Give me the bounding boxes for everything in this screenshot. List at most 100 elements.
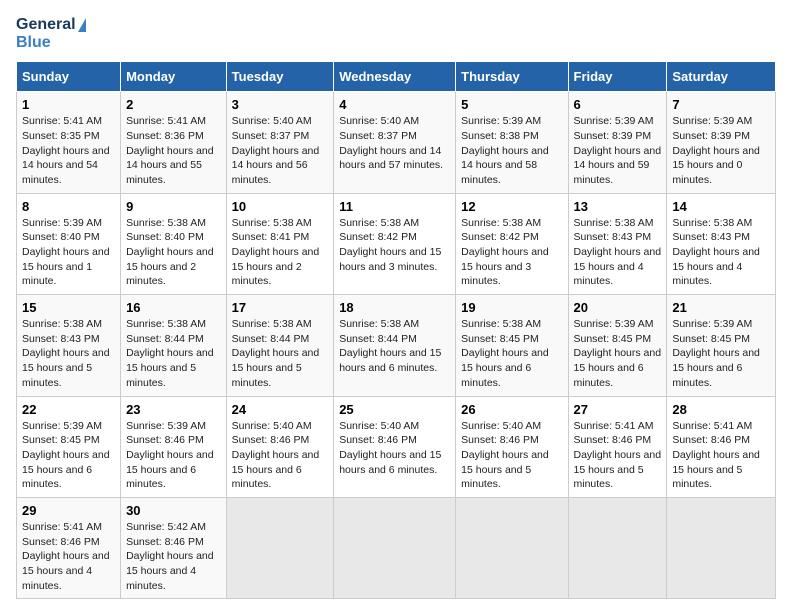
week-row-3: 15 Sunrise: 5:38 AM Sunset: 8:43 PM Dayl… [17,295,776,396]
day-info: Sunrise: 5:39 AM Sunset: 8:39 PM Dayligh… [672,114,770,187]
day-info: Sunrise: 5:38 AM Sunset: 8:42 PM Dayligh… [461,216,562,289]
day-info: Sunrise: 5:38 AM Sunset: 8:41 PM Dayligh… [232,216,329,289]
day-number: 27 [574,402,662,417]
day-info: Sunrise: 5:41 AM Sunset: 8:36 PM Dayligh… [126,114,221,187]
day-number: 12 [461,199,562,214]
calendar-cell: 18 Sunrise: 5:38 AM Sunset: 8:44 PM Dayl… [334,295,456,396]
day-number: 15 [22,300,115,315]
header-cell-sunday: Sunday [17,62,121,92]
calendar-cell: 20 Sunrise: 5:39 AM Sunset: 8:45 PM Dayl… [568,295,667,396]
day-info: Sunrise: 5:39 AM Sunset: 8:40 PM Dayligh… [22,216,115,289]
calendar-cell [667,497,776,598]
day-info: Sunrise: 5:38 AM Sunset: 8:44 PM Dayligh… [126,317,221,390]
calendar-cell: 2 Sunrise: 5:41 AM Sunset: 8:36 PM Dayli… [121,92,227,193]
week-row-5: 29 Sunrise: 5:41 AM Sunset: 8:46 PM Dayl… [17,497,776,598]
day-number: 3 [232,97,329,112]
logo: General Blue [16,16,86,51]
day-number: 6 [574,97,662,112]
day-number: 14 [672,199,770,214]
day-info: Sunrise: 5:41 AM Sunset: 8:46 PM Dayligh… [574,419,662,492]
day-info: Sunrise: 5:39 AM Sunset: 8:45 PM Dayligh… [574,317,662,390]
day-number: 2 [126,97,221,112]
day-number: 23 [126,402,221,417]
day-number: 10 [232,199,329,214]
header-cell-wednesday: Wednesday [334,62,456,92]
calendar-cell: 27 Sunrise: 5:41 AM Sunset: 8:46 PM Dayl… [568,396,667,497]
calendar-cell: 29 Sunrise: 5:41 AM Sunset: 8:46 PM Dayl… [17,497,121,598]
day-number: 9 [126,199,221,214]
day-info: Sunrise: 5:39 AM Sunset: 8:38 PM Dayligh… [461,114,562,187]
calendar-cell: 26 Sunrise: 5:40 AM Sunset: 8:46 PM Dayl… [456,396,568,497]
week-row-2: 8 Sunrise: 5:39 AM Sunset: 8:40 PM Dayli… [17,193,776,294]
calendar-cell: 10 Sunrise: 5:38 AM Sunset: 8:41 PM Dayl… [226,193,334,294]
calendar-cell: 3 Sunrise: 5:40 AM Sunset: 8:37 PM Dayli… [226,92,334,193]
day-number: 21 [672,300,770,315]
day-info: Sunrise: 5:38 AM Sunset: 8:42 PM Dayligh… [339,216,450,275]
day-number: 16 [126,300,221,315]
day-info: Sunrise: 5:38 AM Sunset: 8:40 PM Dayligh… [126,216,221,289]
header-cell-thursday: Thursday [456,62,568,92]
day-number: 7 [672,97,770,112]
day-info: Sunrise: 5:40 AM Sunset: 8:37 PM Dayligh… [232,114,329,187]
day-info: Sunrise: 5:42 AM Sunset: 8:46 PM Dayligh… [126,520,221,593]
calendar-cell: 19 Sunrise: 5:38 AM Sunset: 8:45 PM Dayl… [456,295,568,396]
day-info: Sunrise: 5:40 AM Sunset: 8:46 PM Dayligh… [232,419,329,492]
header-cell-tuesday: Tuesday [226,62,334,92]
day-number: 28 [672,402,770,417]
calendar-cell [456,497,568,598]
day-info: Sunrise: 5:40 AM Sunset: 8:46 PM Dayligh… [461,419,562,492]
calendar-cell: 25 Sunrise: 5:40 AM Sunset: 8:46 PM Dayl… [334,396,456,497]
day-info: Sunrise: 5:38 AM Sunset: 8:45 PM Dayligh… [461,317,562,390]
day-number: 19 [461,300,562,315]
header: General Blue [16,16,776,51]
day-info: Sunrise: 5:39 AM Sunset: 8:39 PM Dayligh… [574,114,662,187]
week-row-4: 22 Sunrise: 5:39 AM Sunset: 8:45 PM Dayl… [17,396,776,497]
day-number: 11 [339,199,450,214]
day-number: 30 [126,503,221,518]
day-info: Sunrise: 5:38 AM Sunset: 8:44 PM Dayligh… [232,317,329,390]
calendar-cell: 23 Sunrise: 5:39 AM Sunset: 8:46 PM Dayl… [121,396,227,497]
day-info: Sunrise: 5:38 AM Sunset: 8:43 PM Dayligh… [672,216,770,289]
calendar-cell: 21 Sunrise: 5:39 AM Sunset: 8:45 PM Dayl… [667,295,776,396]
day-info: Sunrise: 5:41 AM Sunset: 8:46 PM Dayligh… [22,520,115,593]
calendar-cell: 12 Sunrise: 5:38 AM Sunset: 8:42 PM Dayl… [456,193,568,294]
calendar-cell: 14 Sunrise: 5:38 AM Sunset: 8:43 PM Dayl… [667,193,776,294]
calendar-cell [334,497,456,598]
calendar-cell: 1 Sunrise: 5:41 AM Sunset: 8:35 PM Dayli… [17,92,121,193]
calendar-cell: 5 Sunrise: 5:39 AM Sunset: 8:38 PM Dayli… [456,92,568,193]
calendar-cell: 28 Sunrise: 5:41 AM Sunset: 8:46 PM Dayl… [667,396,776,497]
day-info: Sunrise: 5:39 AM Sunset: 8:45 PM Dayligh… [672,317,770,390]
day-number: 18 [339,300,450,315]
calendar-cell [226,497,334,598]
calendar-header-row: SundayMondayTuesdayWednesdayThursdayFrid… [17,62,776,92]
day-number: 8 [22,199,115,214]
calendar-cell: 11 Sunrise: 5:38 AM Sunset: 8:42 PM Dayl… [334,193,456,294]
calendar-cell: 17 Sunrise: 5:38 AM Sunset: 8:44 PM Dayl… [226,295,334,396]
calendar-cell: 6 Sunrise: 5:39 AM Sunset: 8:39 PM Dayli… [568,92,667,193]
day-info: Sunrise: 5:39 AM Sunset: 8:45 PM Dayligh… [22,419,115,492]
day-info: Sunrise: 5:41 AM Sunset: 8:35 PM Dayligh… [22,114,115,187]
day-info: Sunrise: 5:39 AM Sunset: 8:46 PM Dayligh… [126,419,221,492]
calendar-cell: 30 Sunrise: 5:42 AM Sunset: 8:46 PM Dayl… [121,497,227,598]
day-info: Sunrise: 5:38 AM Sunset: 8:44 PM Dayligh… [339,317,450,376]
day-number: 26 [461,402,562,417]
calendar-cell: 9 Sunrise: 5:38 AM Sunset: 8:40 PM Dayli… [121,193,227,294]
calendar-cell: 7 Sunrise: 5:39 AM Sunset: 8:39 PM Dayli… [667,92,776,193]
header-cell-saturday: Saturday [667,62,776,92]
day-number: 24 [232,402,329,417]
calendar-cell: 22 Sunrise: 5:39 AM Sunset: 8:45 PM Dayl… [17,396,121,497]
calendar-cell: 8 Sunrise: 5:39 AM Sunset: 8:40 PM Dayli… [17,193,121,294]
day-info: Sunrise: 5:38 AM Sunset: 8:43 PM Dayligh… [22,317,115,390]
day-info: Sunrise: 5:41 AM Sunset: 8:46 PM Dayligh… [672,419,770,492]
calendar-table: SundayMondayTuesdayWednesdayThursdayFrid… [16,61,776,599]
day-number: 1 [22,97,115,112]
calendar-cell: 13 Sunrise: 5:38 AM Sunset: 8:43 PM Dayl… [568,193,667,294]
day-number: 13 [574,199,662,214]
calendar-cell: 16 Sunrise: 5:38 AM Sunset: 8:44 PM Dayl… [121,295,227,396]
header-cell-monday: Monday [121,62,227,92]
header-cell-friday: Friday [568,62,667,92]
day-info: Sunrise: 5:40 AM Sunset: 8:37 PM Dayligh… [339,114,450,173]
logo-text: General Blue [16,16,86,51]
day-number: 17 [232,300,329,315]
day-number: 29 [22,503,115,518]
